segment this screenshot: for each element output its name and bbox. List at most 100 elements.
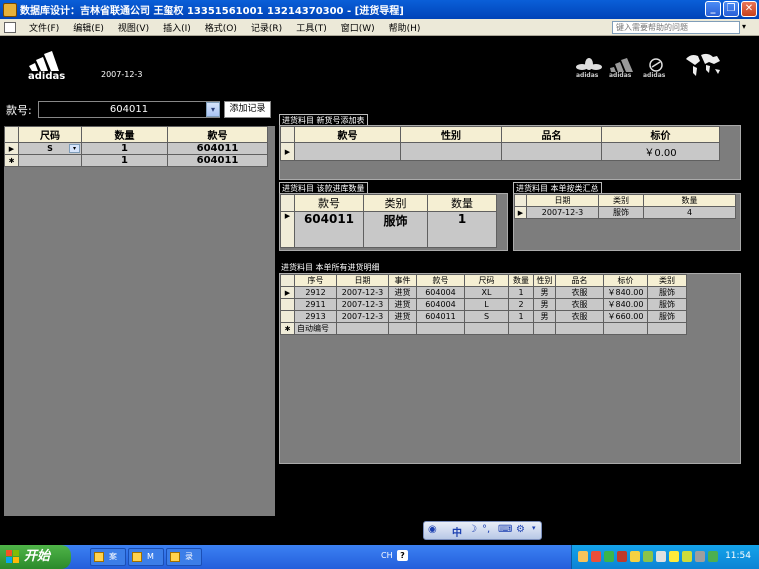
column-header-size[interactable]: 尺码 xyxy=(464,274,509,287)
detail-cell[interactable] xyxy=(533,322,556,335)
detail-cell[interactable] xyxy=(336,322,389,335)
chevron-down-icon[interactable]: ▾ xyxy=(206,102,220,117)
ime-punct-icon[interactable]: °, xyxy=(482,524,490,535)
close-button[interactable]: ✕ xyxy=(741,1,757,17)
column-header-style[interactable]: 款号 xyxy=(416,274,465,287)
app-icon[interactable] xyxy=(3,2,17,17)
minimize-button[interactable]: _ xyxy=(705,1,721,17)
ime-chinese-mode[interactable]: 中 xyxy=(452,524,462,539)
detail-cell[interactable]: 男 xyxy=(533,286,556,299)
size-cell[interactable] xyxy=(18,154,82,167)
language-indicator[interactable]: CH xyxy=(381,551,393,560)
detail-cell[interactable]: 服饰 xyxy=(647,286,687,299)
menu-records[interactable]: 记录(R) xyxy=(244,21,289,34)
detail-cell[interactable]: 进货 xyxy=(388,286,417,299)
table-row[interactable]: ▶ ￥0.00 xyxy=(280,142,720,161)
name-cell[interactable] xyxy=(501,142,602,161)
detail-cell[interactable] xyxy=(555,322,604,335)
help-search-input[interactable]: 键入需要帮助的问题 xyxy=(612,21,740,34)
tray-icon[interactable] xyxy=(630,551,640,562)
table-row[interactable]: ▶ 2007-12-3 服饰 4 xyxy=(514,206,736,219)
menu-file[interactable]: 文件(F) xyxy=(22,21,66,34)
date-cell[interactable]: 2007-12-3 xyxy=(526,206,599,219)
row-selector[interactable]: ▶ xyxy=(280,142,295,161)
detail-cell[interactable]: 男 xyxy=(533,310,556,323)
column-header-qty[interactable]: 数量 xyxy=(643,194,736,207)
style-cell[interactable]: 604011 xyxy=(167,154,268,167)
column-header-category[interactable]: 类别 xyxy=(647,274,687,287)
row-selector[interactable]: ▶ xyxy=(4,142,19,155)
detail-cell[interactable] xyxy=(416,322,465,335)
detail-cell[interactable]: 1 xyxy=(508,310,534,323)
category-cell[interactable]: 服饰 xyxy=(363,211,428,248)
ime-settings-icon[interactable]: ⚙ xyxy=(516,524,525,535)
table-row[interactable]: 2913 2007-12-3 进货 604011 S 1 男 衣服 ￥660.0… xyxy=(280,310,687,323)
tray-icon[interactable] xyxy=(682,551,692,562)
menu-edit[interactable]: 编辑(E) xyxy=(66,21,111,34)
detail-cell[interactable]: S xyxy=(464,310,509,323)
style-cell[interactable] xyxy=(294,142,401,161)
column-header-qty[interactable]: 数量 xyxy=(508,274,534,287)
detail-cell[interactable]: 2913 xyxy=(294,310,337,323)
style-number-combo[interactable]: 604011 xyxy=(38,101,220,118)
menu-insert[interactable]: 插入(I) xyxy=(156,21,198,34)
column-header-date[interactable]: 日期 xyxy=(526,194,599,207)
detail-cell[interactable]: 衣服 xyxy=(555,310,604,323)
column-header-style[interactable]: 款号 xyxy=(294,126,401,143)
column-header-seq[interactable]: 序号 xyxy=(294,274,337,287)
gender-cell[interactable] xyxy=(400,142,502,161)
column-header-qty[interactable]: 数量 xyxy=(427,194,497,212)
document-icon[interactable] xyxy=(4,21,16,33)
detail-cell[interactable]: 2007-12-3 xyxy=(336,286,389,299)
ime-toolbar[interactable]: ◉ 中 ☽ °, ⌨ ⚙ ▾ xyxy=(423,521,542,540)
column-header-name[interactable]: 品名 xyxy=(555,274,604,287)
chevron-down-icon[interactable]: ▾ xyxy=(69,144,80,153)
ime-moon-icon[interactable]: ☽ xyxy=(468,524,477,535)
taskbar-item[interactable]: 录 xyxy=(166,548,202,566)
row-selector[interactable]: ✱ xyxy=(4,154,19,167)
row-selector[interactable]: ▶ xyxy=(514,206,527,219)
detail-cell[interactable]: 服饰 xyxy=(647,310,687,323)
table-row-new[interactable]: ✱ 1 604011 xyxy=(4,154,268,167)
menu-tools[interactable]: 工具(T) xyxy=(289,21,334,34)
detail-cell[interactable]: ￥840.00 xyxy=(603,298,648,311)
detail-cell[interactable] xyxy=(603,322,648,335)
tray-icon[interactable] xyxy=(695,551,705,562)
column-header-qty[interactable]: 数量 xyxy=(81,126,168,143)
detail-cell[interactable]: 604004 xyxy=(416,286,465,299)
tray-icon[interactable] xyxy=(656,551,666,562)
detail-cell[interactable]: 604004 xyxy=(416,298,465,311)
column-header-category[interactable]: 类别 xyxy=(363,194,428,212)
detail-cell[interactable]: XL xyxy=(464,286,509,299)
detail-cell[interactable]: 进货 xyxy=(388,310,417,323)
detail-cell[interactable]: 2007-12-3 xyxy=(336,298,389,311)
title-bar[interactable]: 数据库设计：吉林省联通公司 王玺权 13351561001 1321437030… xyxy=(0,0,759,19)
menu-format[interactable]: 格式(O) xyxy=(198,21,244,34)
tray-icon[interactable] xyxy=(669,551,679,562)
detail-cell[interactable]: 自动编号 xyxy=(294,322,337,335)
price-cell[interactable]: ￥0.00 xyxy=(601,142,720,161)
table-row[interactable]: ▶ 604011 服饰 1 xyxy=(280,211,497,248)
menu-view[interactable]: 视图(V) xyxy=(111,21,156,34)
ime-menu-icon[interactable]: ▾ xyxy=(532,524,536,532)
table-row[interactable]: ▶ 2912 2007-12-3 进货 604004 XL 1 男 衣服 ￥84… xyxy=(280,286,687,299)
tray-icon[interactable] xyxy=(708,551,718,562)
detail-cell[interactable]: 衣服 xyxy=(555,298,604,311)
menu-window[interactable]: 窗口(W) xyxy=(334,21,382,34)
column-header-date[interactable]: 日期 xyxy=(336,274,389,287)
detail-cell[interactable] xyxy=(508,322,534,335)
detail-cell[interactable]: 2912 xyxy=(294,286,337,299)
taskbar-item[interactable]: M xyxy=(128,548,164,566)
column-header-size[interactable]: 尺码 xyxy=(18,126,82,143)
qty-cell[interactable]: 4 xyxy=(643,206,736,219)
detail-cell[interactable]: ￥840.00 xyxy=(603,286,648,299)
table-row-new[interactable]: ✱ 自动编号 xyxy=(280,322,687,335)
column-header-price[interactable]: 标价 xyxy=(601,126,720,143)
detail-cell[interactable]: 1 xyxy=(508,286,534,299)
table-row[interactable]: 2911 2007-12-3 进货 604004 L 2 男 衣服 ￥840.0… xyxy=(280,298,687,311)
detail-cell[interactable]: 2911 xyxy=(294,298,337,311)
table-row[interactable]: ▶ S ▾ 1 604011 xyxy=(4,142,268,155)
row-selector[interactable]: ▶ xyxy=(280,211,295,248)
column-header-gender[interactable]: 性别 xyxy=(533,274,556,287)
menu-help[interactable]: 帮助(H) xyxy=(382,21,428,34)
